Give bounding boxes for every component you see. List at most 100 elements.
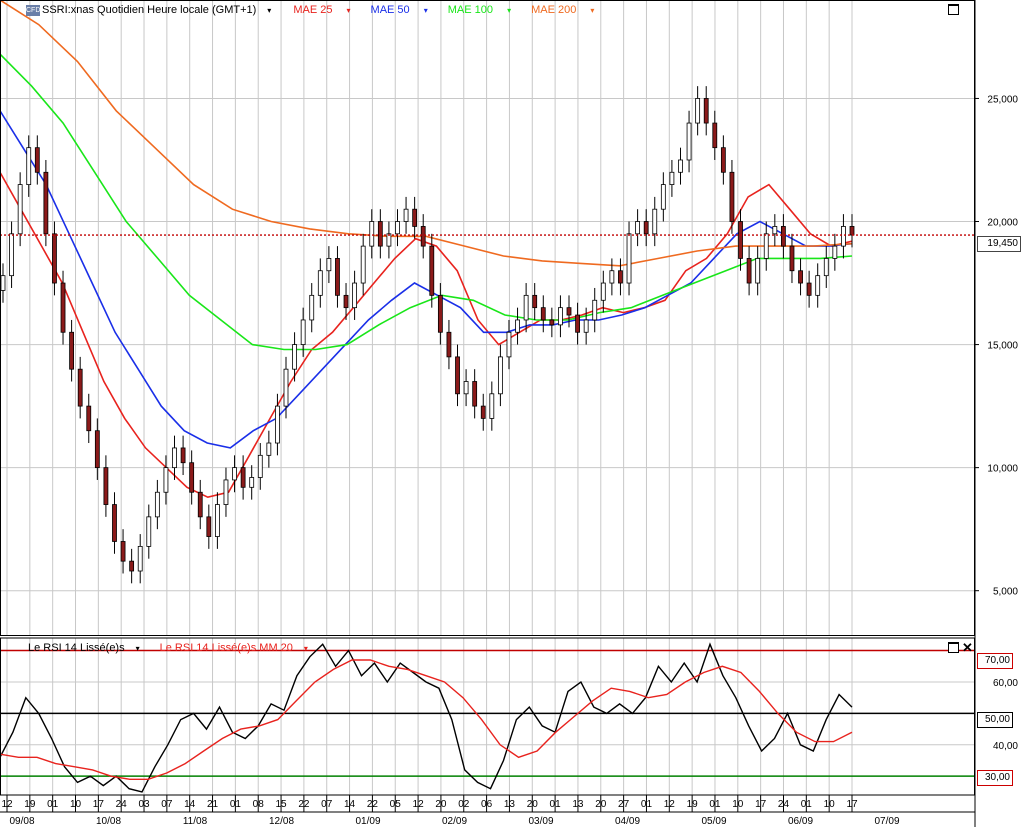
x-day-label: 20: [595, 799, 607, 810]
candle-body: [420, 226, 426, 247]
x-day-label: 01: [47, 799, 59, 810]
candle-body: [197, 491, 203, 518]
rsi-legend: Le RSI 14 Lissé(e)s ▾ Le RSI 14 Lissé(e)s …: [28, 642, 328, 654]
main-legend: CFD SSRI:xnas Quotidien Heure locale (GMT…: [26, 4, 614, 16]
candle-body: [266, 442, 272, 456]
candle-body: [489, 393, 495, 419]
rsi-lower-level-label: 30,00: [977, 770, 1013, 786]
x-day-label: 21: [207, 799, 219, 810]
candle-body: [626, 233, 632, 284]
candle-body: [583, 319, 589, 333]
candle-body: [523, 294, 529, 321]
y-tick-label: 10,000: [987, 464, 1018, 475]
x-day-label: 19: [24, 799, 36, 810]
candle-body: [686, 122, 692, 161]
rsi-maximize-button[interactable]: [948, 642, 959, 653]
x-month-label: 06/09: [788, 816, 813, 827]
candle-body: [592, 299, 598, 321]
candle-body: [729, 171, 735, 222]
candle-body: [532, 294, 538, 309]
candle-body: [815, 275, 821, 296]
candle-body: [678, 159, 683, 173]
candle-body: [549, 319, 555, 326]
candle-body: [69, 331, 75, 370]
symbol-label[interactable]: SSRI:xnas Quotidien Heure locale (GMT+1)…: [42, 4, 281, 16]
candle-body: [103, 467, 109, 505]
candle-body: [0, 275, 6, 291]
x-day-label: 10: [824, 799, 836, 810]
x-day-label: 22: [367, 799, 379, 810]
main-maximize-button[interactable]: [948, 4, 959, 15]
x-day-label: 08: [253, 799, 265, 810]
candle-body: [515, 319, 520, 333]
candle-body: [660, 184, 666, 210]
x-day-label: 10: [732, 799, 744, 810]
candle-body: [463, 381, 469, 395]
candle-body: [763, 233, 769, 259]
candle-body: [806, 282, 812, 296]
candle-body: [163, 467, 169, 493]
candle-body: [112, 504, 117, 542]
candle-body: [309, 294, 315, 321]
y-tick-label: 25,000: [987, 94, 1018, 105]
candle-body: [34, 147, 40, 173]
x-day-label: 01: [550, 799, 562, 810]
rsi-y-tick-label: 40,00: [993, 741, 1018, 752]
study-mae50[interactable]: MAE 50 ▾: [371, 4, 438, 16]
date-x-axis: 12 19 01 10 17 24 03 07 14 21 01 08 15 22 07 14 22 05 12 20…: [0, 795, 975, 827]
x-month-label: 01/09: [355, 816, 380, 827]
rsi-ma-study-label[interactable]: Le RSI 14 Lissé(e)s MM 20 ▾: [160, 642, 318, 654]
candle-body: [746, 258, 752, 284]
candle-body: [360, 245, 366, 284]
x-day-label: 24: [116, 799, 128, 810]
study-mae200[interactable]: MAE 200 ▾: [531, 4, 604, 16]
candle-body: [403, 208, 409, 222]
candle-body: [206, 516, 212, 537]
candle-body: [600, 282, 606, 301]
candle-body: [609, 270, 615, 284]
candle-body: [43, 171, 49, 235]
candle-body: [17, 184, 23, 235]
rsi-mid-level-label: 50,00: [977, 712, 1013, 728]
candle-body: [352, 282, 358, 309]
y-tick-label: 15,000: [987, 341, 1018, 352]
candle-body: [189, 462, 195, 493]
candle-body: [214, 504, 220, 537]
candle-body: [317, 270, 323, 296]
candle-body: [326, 258, 332, 272]
candle-body: [86, 405, 92, 432]
candle-body: [849, 226, 855, 236]
candle-body: [60, 282, 66, 333]
x-month-label: 12/08: [269, 816, 294, 827]
x-day-label: 13: [572, 799, 584, 810]
candle-body: [377, 221, 383, 247]
candle-body: [232, 467, 237, 481]
study-mae25[interactable]: MAE 25 ▾: [293, 4, 360, 16]
x-month-label: 02/09: [442, 816, 467, 827]
x-day-label: 05: [390, 799, 402, 810]
x-day-label: 22: [298, 799, 310, 810]
candle-body: [437, 294, 443, 333]
candle-body: [695, 98, 701, 124]
x-day-label: 24: [778, 799, 790, 810]
last-price-label: 19,450: [977, 236, 1021, 252]
x-day-label: 17: [755, 799, 767, 810]
candle-body: [257, 454, 263, 478]
candle-body: [180, 447, 186, 464]
candle-body: [137, 545, 143, 572]
candle-body: [335, 258, 340, 296]
x-month-label: 05/09: [701, 816, 726, 827]
candle-body: [497, 356, 503, 395]
chart-canvas[interactable]: 5,000 10,000 15,000 20,000 25,000 40,00 60,00…: [0, 0, 1024, 827]
candle-body: [789, 245, 795, 272]
candle-body: [275, 405, 280, 444]
x-day-label: 07: [161, 799, 173, 810]
candle-body: [703, 98, 709, 124]
x-month-label: 04/09: [615, 816, 640, 827]
rsi-study-label[interactable]: Le RSI 14 Lissé(e)s ▾: [28, 642, 150, 654]
rsi-close-icon[interactable]: ✕: [962, 641, 973, 654]
x-day-label: 01: [709, 799, 721, 810]
candle-body: [94, 430, 100, 469]
rsi-upper-level-label: 70,00: [977, 653, 1013, 669]
study-mae100[interactable]: MAE 100 ▾: [448, 4, 521, 16]
